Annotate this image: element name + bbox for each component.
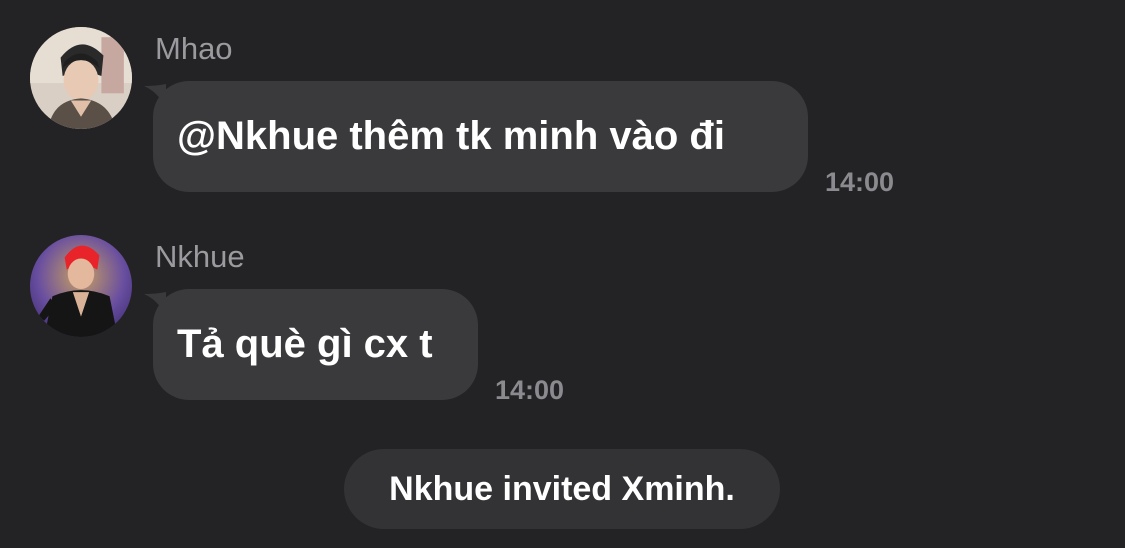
avatar-mhao[interactable]	[30, 27, 132, 129]
user-photo-nkhue-icon	[30, 235, 132, 337]
user-photo-mhao-icon	[30, 27, 132, 129]
avatar-nkhue[interactable]	[30, 235, 132, 337]
message-timestamp: 14:00	[495, 375, 565, 405]
system-message: Nkhue invited Xminh.	[344, 449, 780, 529]
message-timestamp: 14:00	[825, 167, 895, 197]
message-text: @Nkhue thêm tk minh vào đi	[177, 114, 725, 158]
sender-name-nkhue: Nkhue	[155, 239, 245, 274]
system-message-text: Nkhue invited Xminh.	[389, 469, 735, 508]
message-bubble-mhao[interactable]: @Nkhue thêm tk minh vào đi	[153, 81, 808, 192]
sender-name-mhao: Mhao	[155, 31, 233, 66]
message-text: Tả què gì cx t	[177, 322, 433, 366]
message-bubble-nkhue[interactable]: Tả què gì cx t	[153, 289, 478, 400]
